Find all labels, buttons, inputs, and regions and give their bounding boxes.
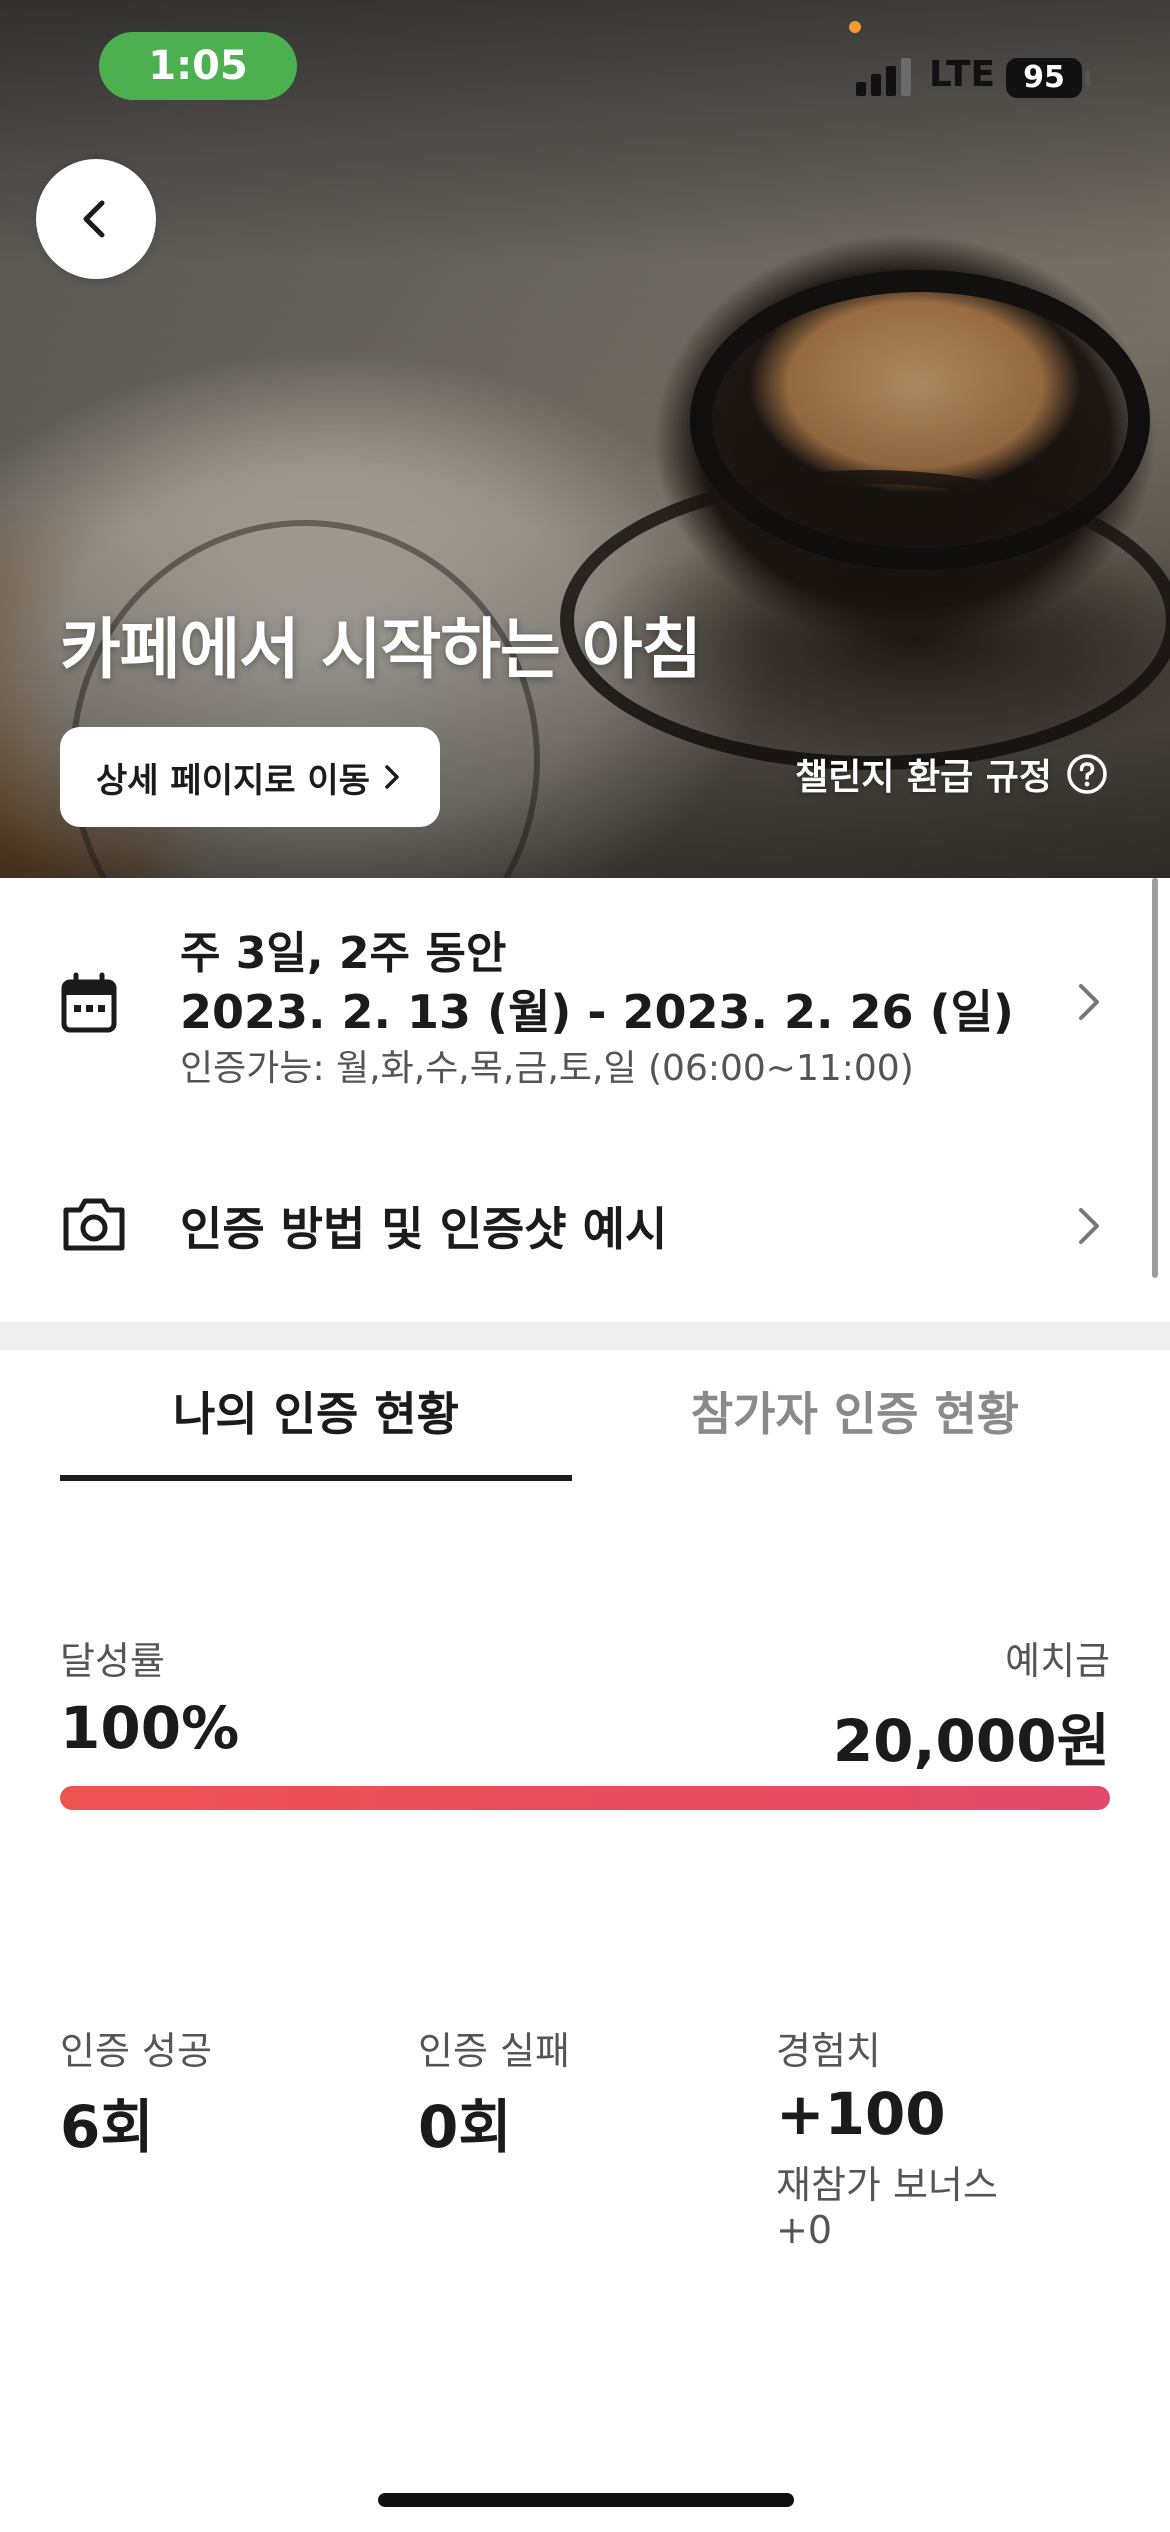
success-count-label: 인증 성공 [60,2029,212,2073]
tab-my-verification[interactable]: 나의 인증 현황 [60,1378,572,1444]
chevron-right-icon [1079,1208,1099,1244]
tab-participant-verification[interactable]: 참가자 인증 현황 [600,1378,1110,1444]
schedule-date-range: 2023. 2. 13 (월) - 2023. 2. 26 (일) [180,985,1014,1039]
detail-page-button-label: 상세 페이지로 이동 [96,760,370,801]
battery-level: 95 [1006,58,1082,98]
refund-rules-link[interactable]: 챌린지 환급 규정 [795,748,1108,800]
verification-method-label: 인증 방법 및 인증샷 예시 [180,1202,668,1256]
deposit-value: 20,000원 [832,1707,1110,1775]
refund-rules-label: 챌린지 환급 규정 [795,757,1052,798]
failure-count-label: 인증 실패 [418,2029,570,2073]
home-indicator [378,2493,794,2507]
section-divider [0,1322,1170,1350]
achievement-progress-fill [60,1786,1110,1810]
back-button[interactable] [36,159,156,279]
success-count-value: 6회 [60,2093,154,2161]
failure-count-value: 0회 [418,2093,512,2161]
detail-page-button[interactable]: 상세 페이지로 이동 [60,727,440,827]
signal-icon [856,56,916,96]
achievement-rate-label: 달성률 [60,1639,165,1683]
battery-cap [1085,70,1090,86]
rejoin-bonus-label: 재참가 보너스 [776,2163,998,2207]
camera-icon [63,1198,125,1251]
experience-value: +100 [776,2080,946,2148]
privacy-indicator-dot [849,21,861,33]
chevron-right-icon [1079,984,1099,1020]
rejoin-bonus-value: +0 [776,2208,833,2252]
schedule-frequency: 주 3일, 2주 동안 [180,928,507,979]
experience-label: 경험치 [776,2029,881,2073]
challenge-title: 카페에서 시작하는 아침 [60,611,702,688]
chevron-right-icon [385,765,399,789]
schedule-available-time: 인증가능: 월,화,수,목,금,토,일 (06:00~11:00) [180,1048,914,1089]
active-tab-indicator [60,1475,572,1481]
question-circle-icon [1067,754,1107,794]
achievement-rate-value: 100% [60,1694,240,1762]
deposit-label: 예치금 [1005,1639,1110,1683]
calendar-icon [61,972,117,1033]
network-type: LTE [929,54,996,95]
chevron-left-icon [83,200,105,238]
status-time: 1:05 [99,32,297,100]
achievement-progress-bar [60,1786,1110,1810]
